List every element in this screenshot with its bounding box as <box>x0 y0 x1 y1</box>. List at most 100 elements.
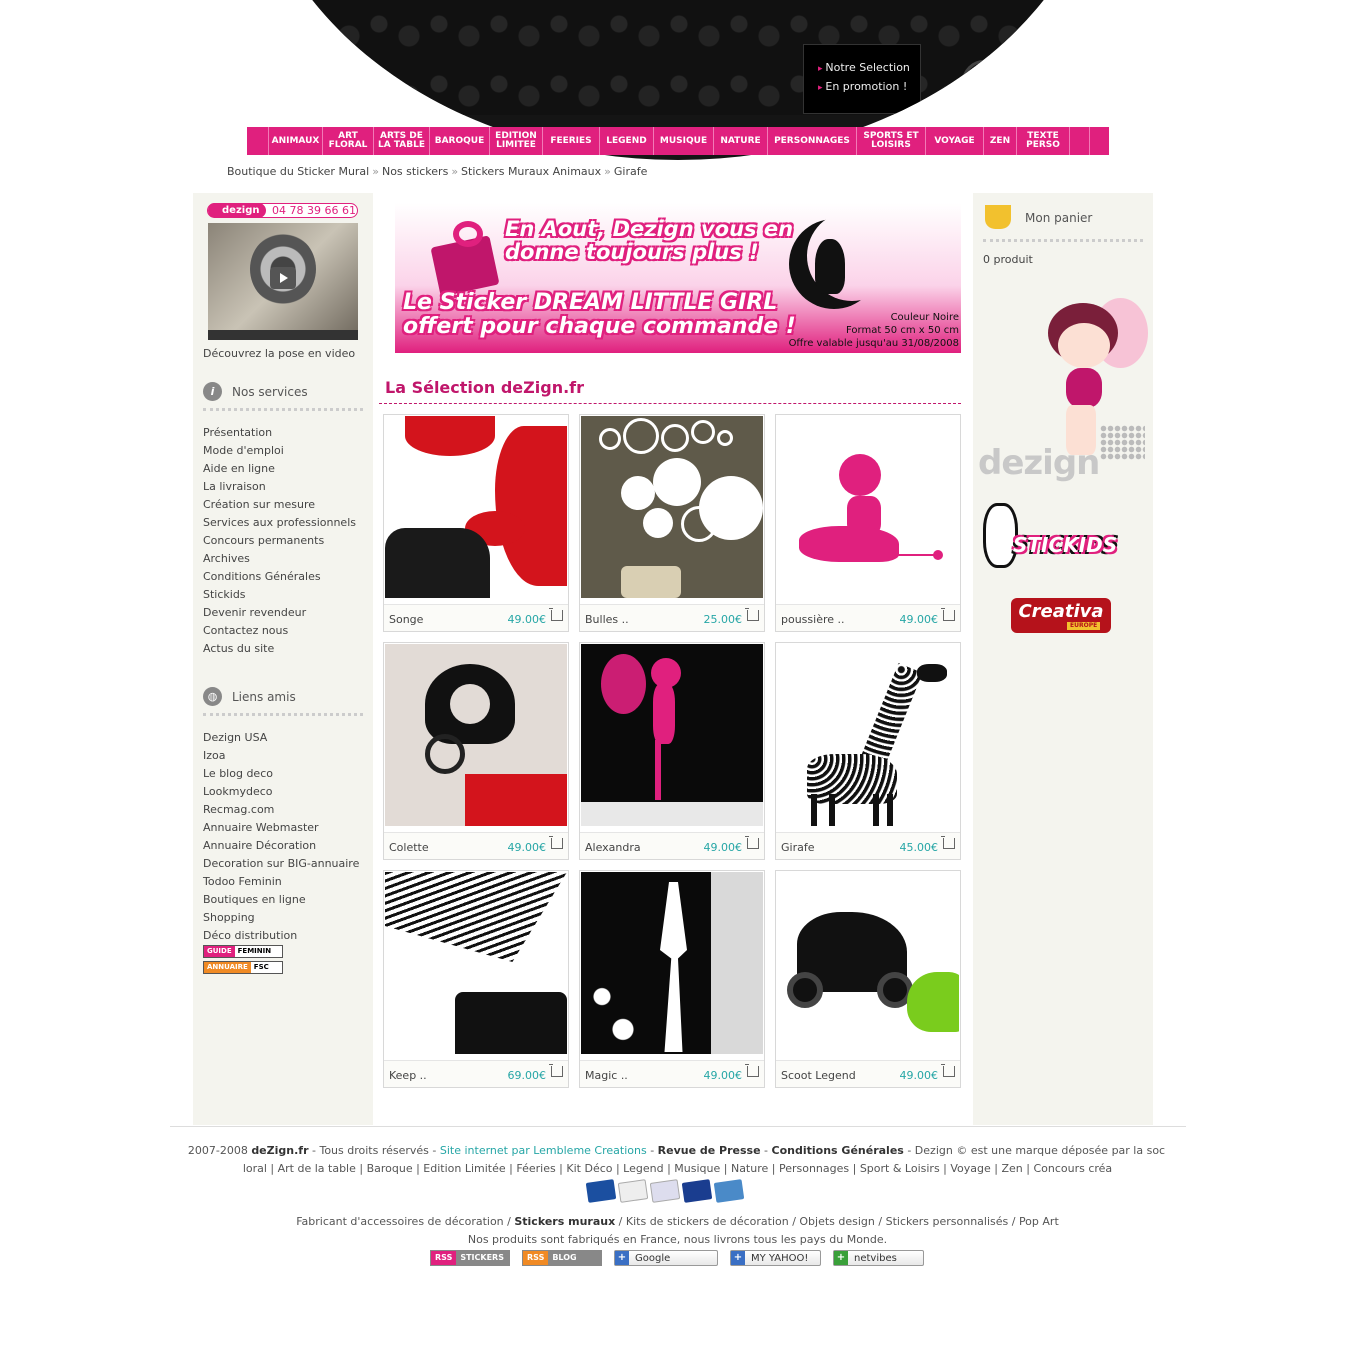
product-image[interactable] <box>385 416 567 598</box>
add-to-cart-icon[interactable] <box>745 836 759 849</box>
product-image[interactable] <box>777 644 959 826</box>
product-card[interactable]: Songe 49.00€ <box>383 414 569 632</box>
services-link[interactable]: La livraison <box>203 478 356 496</box>
video-player[interactable] <box>208 223 358 340</box>
add-to-netvibes-button[interactable]: + netvibes <box>833 1250 924 1266</box>
add-to-google-button[interactable]: + Google <box>614 1250 718 1266</box>
basket-icon[interactable] <box>985 205 1011 229</box>
rss-stickers-button[interactable]: RSS STICKERS <box>430 1250 510 1266</box>
en-promotion-link[interactable]: En promotion ! <box>818 78 920 97</box>
promo-banner[interactable]: En Aout, Dezign vous en donne toujours p… <box>395 203 961 353</box>
services-link[interactable]: Stickids <box>203 586 356 604</box>
nav-item-feeries[interactable]: FEERIES <box>543 127 600 155</box>
nav-item-arts-de-la-table[interactable]: ARTS DE LA TABLE <box>374 127 430 155</box>
play-icon[interactable] <box>270 267 296 289</box>
logo-dots-icon[interactable] <box>342 75 372 97</box>
nav-item-next[interactable] <box>1070 127 1090 155</box>
services-link[interactable]: Actus du site <box>203 640 356 658</box>
nav-item-personnages[interactable]: PERSONNAGES <box>768 127 857 155</box>
add-to-cart-icon[interactable] <box>549 836 563 849</box>
product-card[interactable]: Magic .. 49.00€ <box>579 870 765 1088</box>
nav-item-edition-limitee[interactable]: EDITION LIMITEE <box>490 127 543 155</box>
services-link[interactable]: Devenir revendeur <box>203 604 356 622</box>
annuaire-fsc-badge[interactable]: ANNUAIRE FSC <box>203 961 283 974</box>
add-to-cart-icon[interactable] <box>941 836 955 849</box>
product-name[interactable]: poussière .. <box>781 613 845 626</box>
product-name[interactable]: Songe <box>389 613 423 626</box>
product-name[interactable]: Bulles .. <box>585 613 629 626</box>
friend-link[interactable]: Todoo Feminin <box>203 873 359 891</box>
services-link[interactable]: Présentation <box>203 424 356 442</box>
services-link[interactable]: Concours permanents <box>203 532 356 550</box>
product-card[interactable]: Bulles .. 25.00€ <box>579 414 765 632</box>
basket-title[interactable]: Mon panier <box>1025 211 1092 225</box>
friend-link[interactable]: Boutiques en ligne <box>203 891 359 909</box>
breadcrumb-animaux[interactable]: Stickers Muraux Animaux <box>461 165 601 178</box>
add-to-cart-icon[interactable] <box>745 608 759 621</box>
video-controls[interactable] <box>208 330 358 340</box>
services-link[interactable]: Création sur mesure <box>203 496 356 514</box>
breadcrumb-nos-stickers[interactable]: Nos stickers <box>382 165 448 178</box>
guide-feminin-badge[interactable]: GUIDE FEMININ <box>203 945 283 958</box>
add-to-my-yahoo-button[interactable]: + MY YAHOO! <box>730 1250 821 1266</box>
product-image[interactable] <box>777 416 959 598</box>
creativa-logo[interactable]: Creativa EUROPE <box>1011 598 1111 633</box>
friend-link[interactable]: Dezign USA <box>203 729 359 747</box>
product-image[interactable] <box>581 644 763 826</box>
nav-item-baroque[interactable]: BAROQUE <box>430 127 490 155</box>
nav-item-nature[interactable]: NATURE <box>714 127 768 155</box>
product-card[interactable]: Alexandra 49.00€ <box>579 642 765 860</box>
services-link[interactable]: Mode d'emploi <box>203 442 356 460</box>
product-name[interactable]: Scoot Legend <box>781 1069 856 1082</box>
nav-item-musique[interactable]: MUSIQUE <box>654 127 714 155</box>
friend-link[interactable]: Lookmydeco <box>203 783 359 801</box>
notre-selection-link[interactable]: Notre Selection <box>818 59 920 78</box>
nav-item-zen[interactable]: ZEN <box>984 127 1017 155</box>
services-link[interactable]: Archives <box>203 550 356 568</box>
breadcrumb-home[interactable]: Boutique du Sticker Mural <box>227 165 369 178</box>
product-image[interactable] <box>385 644 567 826</box>
product-name[interactable]: Colette <box>389 841 429 854</box>
nav-item-art-floral[interactable]: ART FLORAL <box>323 127 374 155</box>
friend-link[interactable]: Annuaire Décoration <box>203 837 359 855</box>
friend-link[interactable]: Izoa <box>203 747 359 765</box>
rss-blog-button[interactable]: RSS BLOG <box>522 1250 602 1266</box>
stickids-logo[interactable]: STICKIDS <box>983 503 1143 578</box>
services-link[interactable]: Contactez nous <box>203 622 356 640</box>
services-link[interactable]: Conditions Générales <box>203 568 356 586</box>
product-image[interactable] <box>385 872 567 1054</box>
nav-item-prev[interactable] <box>247 127 269 155</box>
product-card[interactable]: Keep .. 69.00€ <box>383 870 569 1088</box>
product-card[interactable]: Scoot Legend 49.00€ <box>775 870 961 1088</box>
friend-link[interactable]: Recmag.com <box>203 801 359 819</box>
footer-categories[interactable]: loral | Art de la table | Baroque | Edit… <box>185 1162 1165 1175</box>
product-image[interactable] <box>777 872 959 1054</box>
friend-link[interactable]: Déco distribution <box>203 927 359 945</box>
product-name[interactable]: Magic .. <box>585 1069 628 1082</box>
friend-link[interactable]: Annuaire Webmaster <box>203 819 359 837</box>
product-card[interactable]: Girafe 45.00€ <box>775 642 961 860</box>
product-name[interactable]: Keep .. <box>389 1069 427 1082</box>
friend-link[interactable]: Shopping <box>203 909 359 927</box>
nav-item-texte-perso[interactable]: TEXTE PERSO <box>1017 127 1070 155</box>
product-image[interactable] <box>581 416 763 598</box>
nav-item-sports-et-loisirs[interactable]: SPORTS ET LOISIRS <box>857 127 926 155</box>
add-to-cart-icon[interactable] <box>549 1064 563 1077</box>
header-cart-icon[interactable] <box>962 60 1006 104</box>
product-image[interactable] <box>581 872 763 1054</box>
product-name[interactable]: Alexandra <box>585 841 641 854</box>
product-card[interactable]: Colette 49.00€ <box>383 642 569 860</box>
add-to-cart-icon[interactable] <box>941 608 955 621</box>
add-to-cart-icon[interactable] <box>941 1064 955 1077</box>
dezign-mascot[interactable]: dezign <box>978 293 1148 493</box>
friend-link[interactable]: Le blog deco <box>203 765 359 783</box>
video-caption[interactable]: Découvrez la pose en video <box>203 347 355 360</box>
product-card[interactable]: poussière .. 49.00€ <box>775 414 961 632</box>
nav-item-voyage[interactable]: VOYAGE <box>926 127 984 155</box>
nav-item-animaux[interactable]: ANIMAUX <box>269 127 323 155</box>
services-link[interactable]: Services aux professionnels <box>203 514 356 532</box>
product-name[interactable]: Girafe <box>781 841 814 854</box>
friend-link[interactable]: Decoration sur BIG-annuaire <box>203 855 359 873</box>
add-to-cart-icon[interactable] <box>745 1064 759 1077</box>
add-to-cart-icon[interactable] <box>549 608 563 621</box>
